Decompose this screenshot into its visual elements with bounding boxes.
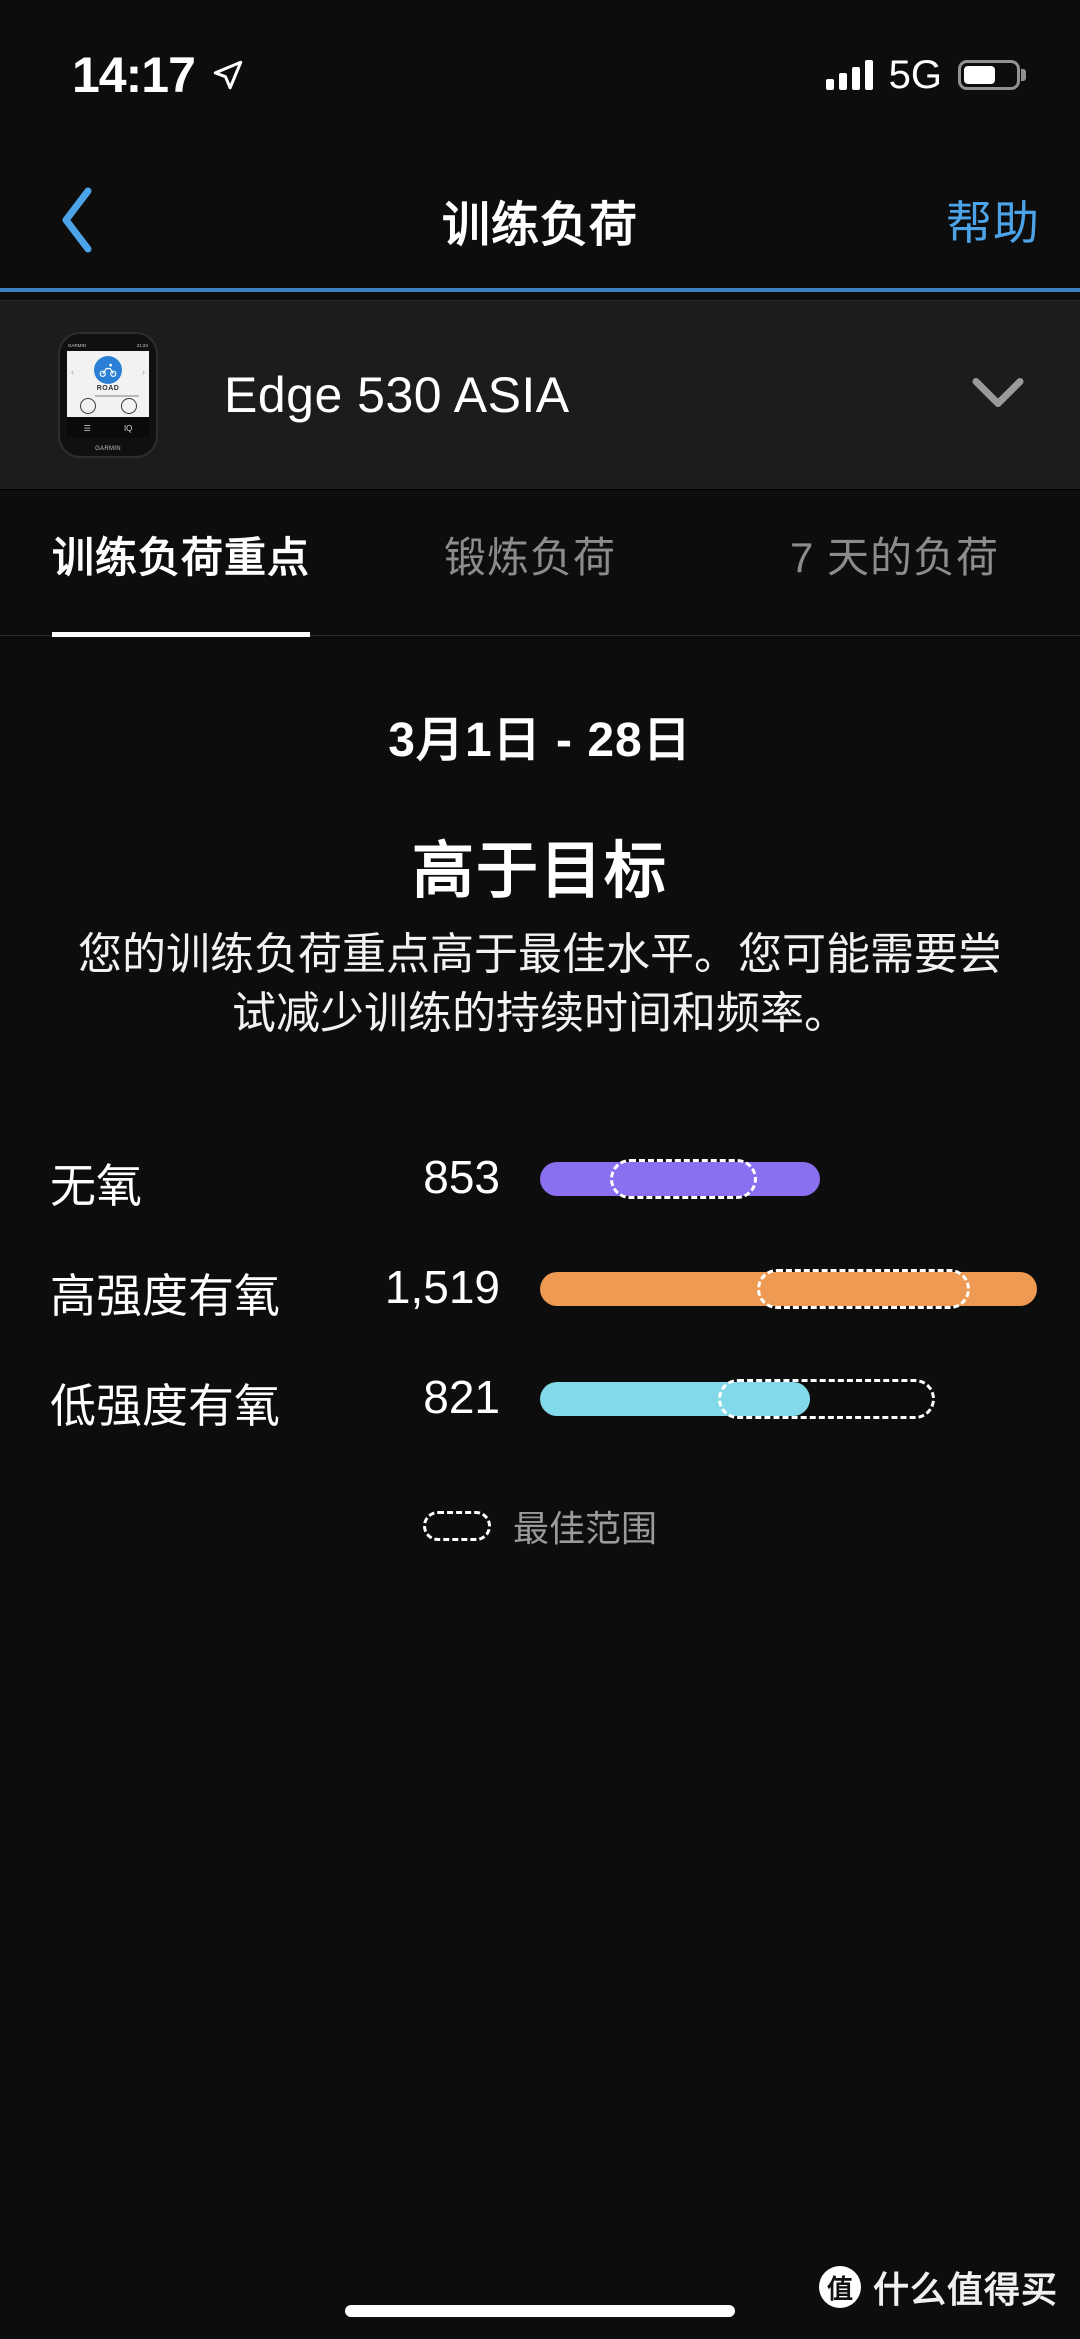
device-menu-icon: ☰ (83, 423, 91, 433)
device-mode-label: ROAD (96, 385, 120, 392)
chart-row: 无氧 853 (0, 1140, 1080, 1250)
active-tab-indicator (52, 632, 310, 637)
phone-screen: 14:17 5G 训练负荷 帮助 GARMIN 21:23 ‹ › ROAD ☰… (0, 0, 1080, 2339)
device-screen-time: 21:23 (137, 343, 149, 349)
device-iq-label: IQ (123, 423, 133, 433)
chevron-left-icon (62, 187, 92, 253)
status-description: 您的训练负荷重点高于最佳水平。您可能需要尝试减少训练的持续时间和频率。 (78, 930, 1002, 1039)
chart-optimal-range-high-aerobic (757, 1269, 970, 1309)
chart-optimal-range-low-aerobic (718, 1379, 935, 1419)
garmin-edge-device-icon: GARMIN 21:23 ‹ › ROAD ☰ IQ GARMIN (58, 332, 158, 458)
tab-bar: 训练负荷重点 锻炼负荷 7 天的负荷 (0, 490, 1080, 650)
device-dropdown-button[interactable] (970, 376, 1026, 415)
chart-row-track (540, 1159, 1040, 1199)
chart-row: 高强度有氧 1,519 (0, 1250, 1080, 1360)
watermark: 值 什么值得买 (818, 2261, 1058, 2313)
chart-row: 低强度有氧 821 (0, 1360, 1080, 1470)
training-load-chart: 无氧 853 高强度有氧 1,519 低强度有氧 821 (0, 1140, 1080, 1470)
date-range-label: 3月1日 - 28日 (388, 714, 692, 767)
watermark-text: 什么值得买 (872, 2269, 1058, 2310)
chart-row-value: 821 (423, 1371, 500, 1423)
chart-row-track (540, 1379, 1040, 1419)
device-next-arrow-icon: › (142, 367, 145, 377)
chart-row-label: 无氧 (50, 1160, 142, 1212)
device-prev-arrow-icon: ‹ (71, 367, 74, 377)
battery-icon (958, 60, 1026, 90)
dashed-range-swatch-icon (422, 1511, 491, 1541)
home-indicator[interactable] (345, 2305, 735, 2317)
status-time: 14:17 (72, 47, 196, 103)
tab-training-load-focus[interactable]: 训练负荷重点 (52, 524, 310, 585)
watermark-logo-icon: 值 (818, 2266, 861, 2308)
tab-seven-day-load[interactable]: 7 天的负荷 (790, 524, 999, 585)
chart-legend: 最佳范围 (0, 1500, 1080, 1552)
chart-row-track (540, 1269, 1040, 1309)
chart-row-value: 853 (423, 1151, 500, 1203)
chart-optimal-range-anaerobic (610, 1159, 757, 1199)
chart-row-value: 1,519 (384, 1261, 500, 1313)
device-screen-brand: GARMIN (68, 343, 86, 349)
chevron-down-icon (972, 378, 1024, 407)
cellular-signal-icon (825, 60, 873, 90)
device-shortcut-icons (67, 398, 149, 414)
location-arrow-icon (213, 60, 243, 90)
cyclist-icon (94, 356, 122, 384)
device-selector[interactable]: GARMIN 21:23 ‹ › ROAD ☰ IQ GARMIN Edge 5… (0, 300, 1080, 490)
navigation-bar: 训练负荷 帮助 (0, 150, 1080, 290)
help-button[interactable]: 帮助 (946, 150, 1040, 290)
network-type-label: 5G (888, 52, 942, 97)
tab-workout-load[interactable]: 锻炼负荷 (444, 524, 616, 585)
status-bar-right: 5G (825, 52, 1026, 98)
page-title: 训练负荷 (441, 199, 638, 252)
status-headline: 高于目标 (411, 837, 668, 906)
legend-label: 最佳范围 (512, 1508, 657, 1549)
nav-divider (0, 288, 1080, 292)
device-name-label: Edge 530 ASIA (224, 367, 570, 423)
back-button[interactable] (22, 150, 132, 290)
status-bar: 14:17 5G (0, 0, 1080, 150)
device-brand-label: GARMIN (95, 446, 121, 452)
status-bar-left: 14:17 (72, 50, 245, 100)
